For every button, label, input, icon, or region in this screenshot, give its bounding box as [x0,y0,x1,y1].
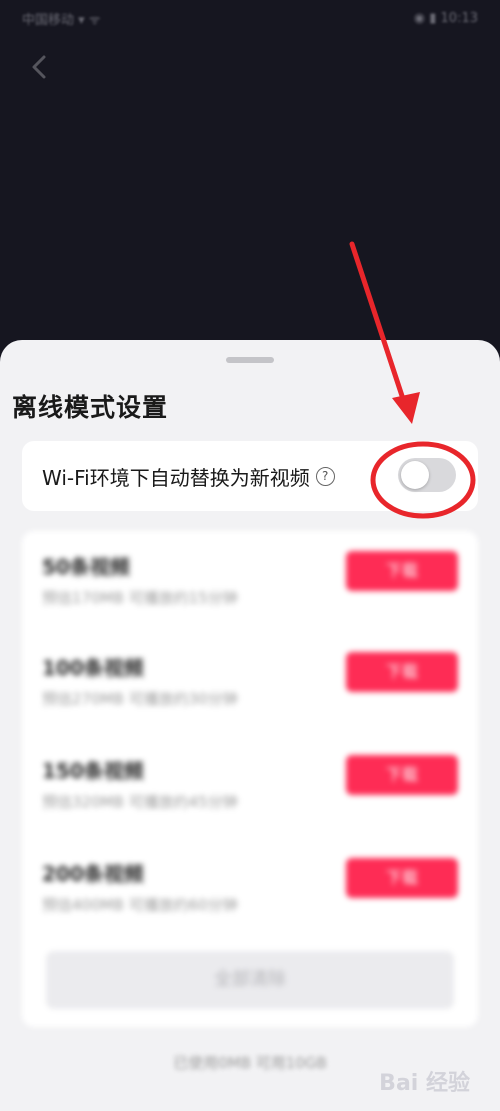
download-button[interactable]: 下载 [346,551,458,591]
baidu-jingyan-watermark: Bai 经验 [379,1071,470,1096]
wifi-auto-replace-setting: Wi-Fi环境下自动替换为新视频 ? [22,441,478,511]
package-name: 50条视频 [42,555,130,579]
status-bar: 中国移动 ▾ ᯤ ◉ ▮ 10:13 [0,0,500,36]
delete-all-button[interactable]: 全部清除 [46,951,454,1009]
toggle-knob [401,461,429,489]
screen: 中国移动 ▾ ᯤ ◉ ▮ 10:13 离线模式设置 Wi-Fi环境下自动替换为新… [0,0,500,1111]
package-description: 预估320MB 可播放约45分钟 [42,793,238,811]
package-description: 预估270MB 可播放约30分钟 [42,690,238,708]
wifi-setting-label: Wi-Fi环境下自动替换为新视频 [42,465,310,490]
package-name: 200条视频 [42,862,144,886]
sheet-title: 离线模式设置 [12,393,169,422]
list-item: 200条视频 预估400MB 可播放约60分钟 下载 [42,858,458,928]
download-button[interactable]: 下载 [346,858,458,898]
question-circle-icon[interactable]: ? [315,466,335,486]
download-button[interactable]: 下载 [346,652,458,692]
offline-mode-sheet: 离线模式设置 Wi-Fi环境下自动替换为新视频 ? 50条视频 预估170MB … [0,340,500,1111]
download-package-list: 50条视频 预估170MB 可播放约15分钟 下载 100条视频 预估270MB… [22,531,478,1027]
drag-handle[interactable] [226,357,274,363]
package-name: 150条视频 [42,759,144,783]
list-item: 50条视频 预估170MB 可播放约15分钟 下载 [42,551,458,621]
list-item: 100条视频 预估270MB 可播放约30分钟 下载 [42,652,458,722]
package-description: 预估170MB 可播放约15分钟 [42,589,238,607]
status-right: ◉ ▮ 10:13 [413,10,478,26]
package-description: 预估400MB 可播放约60分钟 [42,896,238,914]
chevron-left-icon[interactable] [24,52,54,82]
wifi-auto-replace-toggle[interactable] [398,458,456,492]
download-button[interactable]: 下载 [346,755,458,795]
package-name: 100条视频 [42,656,144,680]
status-left: 中国移动 ▾ ᯤ [22,12,101,28]
list-item: 150条视频 预估320MB 可播放约45分钟 下载 [42,755,458,825]
